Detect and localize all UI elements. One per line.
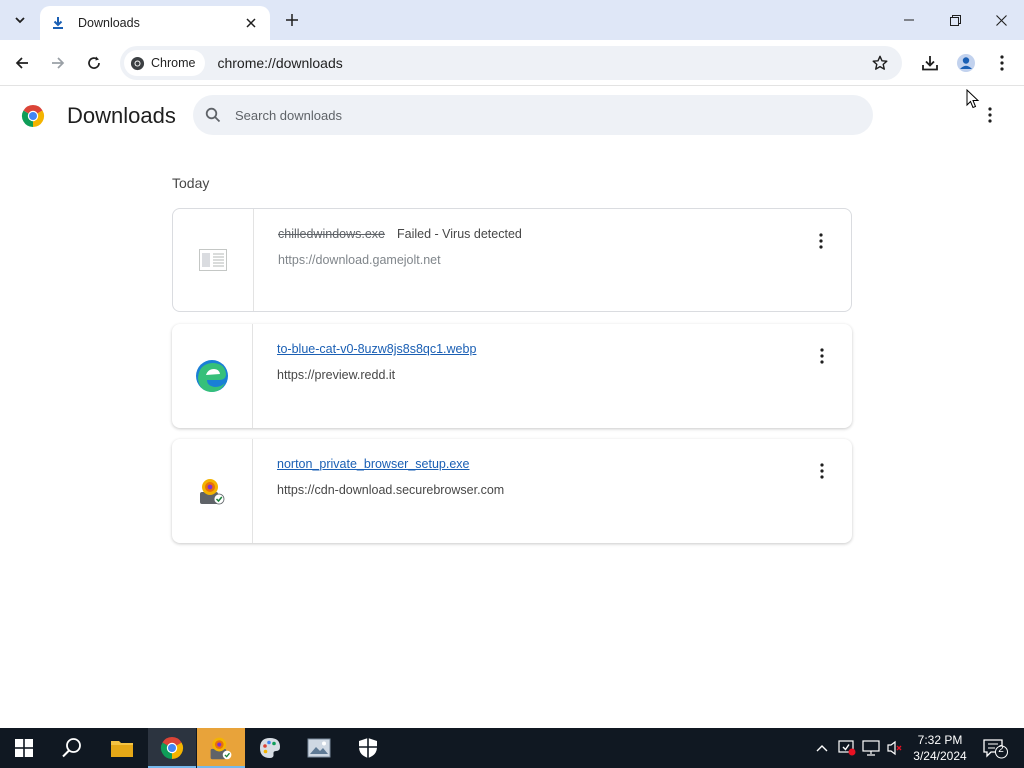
- download-item-body: chilledwindows.exe Failed - Virus detect…: [278, 227, 791, 267]
- close-icon: [995, 14, 1007, 26]
- reload-icon: [88, 56, 100, 69]
- page-title: Downloads: [67, 103, 176, 128]
- download-item-icon-column: [172, 439, 253, 543]
- security-tray-icon[interactable]: [836, 728, 858, 768]
- windows-logo-icon: [15, 739, 33, 757]
- browser-toolbar: Chrome chrome://downloads: [0, 40, 1024, 86]
- download-item: norton_private_browser_setup.exe https:/…: [172, 439, 852, 543]
- tab-strip: Downloads: [0, 0, 1024, 40]
- site-info-chip[interactable]: Chrome: [124, 50, 206, 76]
- taskbar-search-button[interactable]: [48, 728, 96, 768]
- file-name-link[interactable]: to-blue-cat-v0-8uzw8js8s8qc1.webp: [277, 342, 476, 356]
- minimize-icon: [904, 19, 914, 21]
- search-icon: [205, 107, 221, 123]
- chevron-down-icon: [15, 17, 25, 24]
- restore-button[interactable]: [932, 0, 978, 40]
- mouse-cursor-icon: [966, 89, 980, 109]
- photo-viewer-taskbar-button[interactable]: [295, 728, 343, 768]
- taskbar-clock[interactable]: 7:32 PM 3/24/2024: [904, 732, 976, 764]
- forward-arrow-icon: [52, 57, 65, 69]
- download-icon: [50, 15, 66, 31]
- shield-icon: [359, 738, 377, 758]
- volume-muted-icon: [887, 740, 902, 756]
- chrome-logo-icon: [21, 105, 45, 127]
- close-tab-icon[interactable]: [242, 14, 260, 32]
- download-icon: [922, 56, 938, 71]
- photo-viewer-icon: [307, 738, 331, 758]
- download-item-body: norton_private_browser_setup.exe https:/…: [277, 457, 792, 497]
- vertical-dots-icon: [820, 348, 824, 364]
- file-name: chilledwindows.exe: [278, 227, 386, 241]
- search-icon: [62, 738, 81, 758]
- download-item-body: to-blue-cat-v0-8uzw8js8s8qc1.webp https:…: [277, 342, 792, 382]
- paint-palette-icon: [260, 738, 280, 758]
- clock-date: 3/24/2024: [913, 749, 967, 763]
- paint-taskbar-button[interactable]: [246, 728, 294, 768]
- tab-title: Downloads: [78, 16, 140, 30]
- reload-button[interactable]: [80, 49, 108, 77]
- folder-icon: [111, 741, 133, 757]
- back-arrow-icon: [15, 57, 28, 69]
- security-alert-icon: [838, 740, 856, 756]
- search-downloads-box[interactable]: [193, 95, 873, 135]
- download-item: to-blue-cat-v0-8uzw8js8s8qc1.webp https:…: [172, 324, 852, 428]
- restore-icon: [949, 14, 961, 26]
- network-icon: [862, 740, 880, 756]
- network-tray-icon[interactable]: [860, 728, 882, 768]
- file-explorer-button[interactable]: [98, 728, 146, 768]
- chevron-up-icon: [816, 745, 828, 752]
- edge-file-icon: [196, 360, 228, 392]
- forward-button[interactable]: [44, 49, 72, 77]
- download-item-icon-column: [172, 324, 253, 428]
- norton-installer-icon: [200, 479, 225, 505]
- norton-installer-taskbar-button[interactable]: [197, 728, 245, 768]
- browser-menu-button[interactable]: [988, 49, 1016, 77]
- tab-search-button[interactable]: [6, 6, 34, 34]
- norton-installer-icon: [210, 737, 232, 760]
- downloads-menu-button[interactable]: [978, 103, 1002, 127]
- download-item-menu-button[interactable]: [809, 229, 833, 253]
- download-item: chilledwindows.exe Failed - Virus detect…: [172, 208, 852, 312]
- new-tab-button[interactable]: [280, 8, 304, 32]
- downloads-toolbar-button[interactable]: [916, 49, 944, 77]
- blank-file-icon: [199, 249, 227, 271]
- download-item-menu-button[interactable]: [810, 459, 834, 483]
- volume-tray-icon[interactable]: [884, 728, 906, 768]
- close-window-button[interactable]: [978, 0, 1024, 40]
- search-input[interactable]: [235, 107, 873, 123]
- download-item-icon-column: [173, 209, 254, 311]
- notification-count: 2: [998, 744, 1004, 755]
- download-status: Failed - Virus detected: [397, 227, 522, 241]
- source-url: https://cdn-download.securebrowser.com: [277, 483, 505, 497]
- profile-avatar-icon: [957, 54, 975, 72]
- plus-icon: [286, 14, 298, 26]
- show-hidden-icons-button[interactable]: [812, 728, 832, 768]
- section-date-heading: Today: [172, 175, 210, 191]
- vertical-dots-icon: [988, 107, 992, 123]
- minimize-button[interactable]: [886, 0, 932, 40]
- windows-security-taskbar-button[interactable]: [344, 728, 392, 768]
- chip-label: Chrome: [151, 56, 196, 70]
- tab-downloads[interactable]: Downloads: [40, 6, 270, 40]
- source-url: https://preview.redd.it: [277, 368, 396, 382]
- chrome-logo-icon: [160, 737, 184, 759]
- vertical-dots-icon: [1000, 55, 1004, 71]
- chrome-logo-icon: [130, 56, 145, 70]
- url-text[interactable]: chrome://downloads: [217, 55, 866, 71]
- vertical-dots-icon: [820, 463, 824, 479]
- address-bar[interactable]: Chrome chrome://downloads: [120, 46, 902, 80]
- clock-time: 7:32 PM: [917, 733, 963, 747]
- windows-taskbar: 7:32 PM 3/24/2024 2: [0, 728, 1024, 768]
- profile-button[interactable]: [952, 49, 980, 77]
- vertical-dots-icon: [819, 233, 823, 249]
- chrome-taskbar-button[interactable]: [148, 728, 196, 768]
- back-button[interactable]: [8, 49, 36, 77]
- file-name-link[interactable]: norton_private_browser_setup.exe: [277, 457, 469, 471]
- download-item-menu-button[interactable]: [810, 344, 834, 368]
- downloads-header: Downloads: [0, 87, 1024, 147]
- bookmark-star-icon[interactable]: [866, 49, 894, 77]
- notification-center-button[interactable]: 2: [980, 728, 1010, 768]
- start-button[interactable]: [0, 728, 48, 768]
- source-url: https://download.gamejolt.net: [278, 253, 441, 267]
